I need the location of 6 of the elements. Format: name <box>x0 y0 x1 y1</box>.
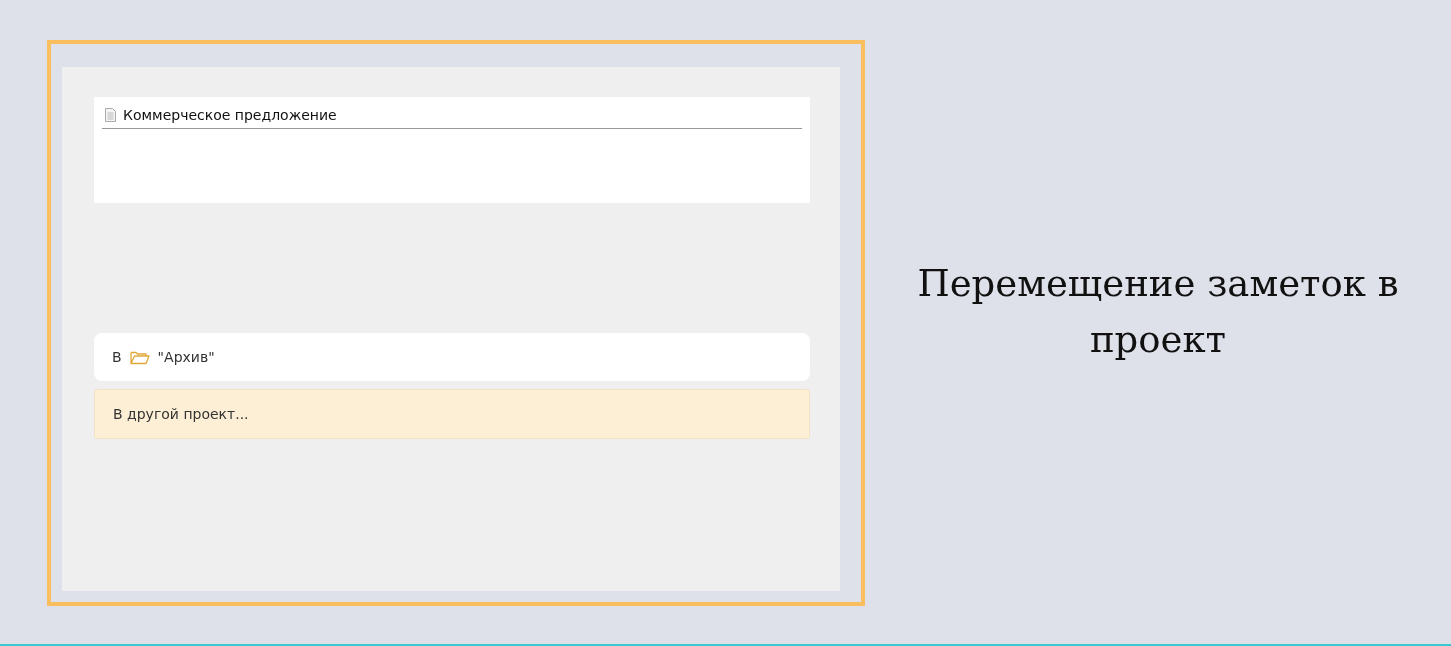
folder-icon <box>129 349 150 365</box>
document-icon <box>105 108 116 122</box>
menu-item[interactable]: В другой проект... <box>94 389 810 439</box>
note-title: Коммерческое предложение <box>123 107 337 123</box>
caption-text: Перемещение заметок в проект <box>916 261 1400 363</box>
menu-item[interactable]: В "Архив" <box>94 333 810 381</box>
